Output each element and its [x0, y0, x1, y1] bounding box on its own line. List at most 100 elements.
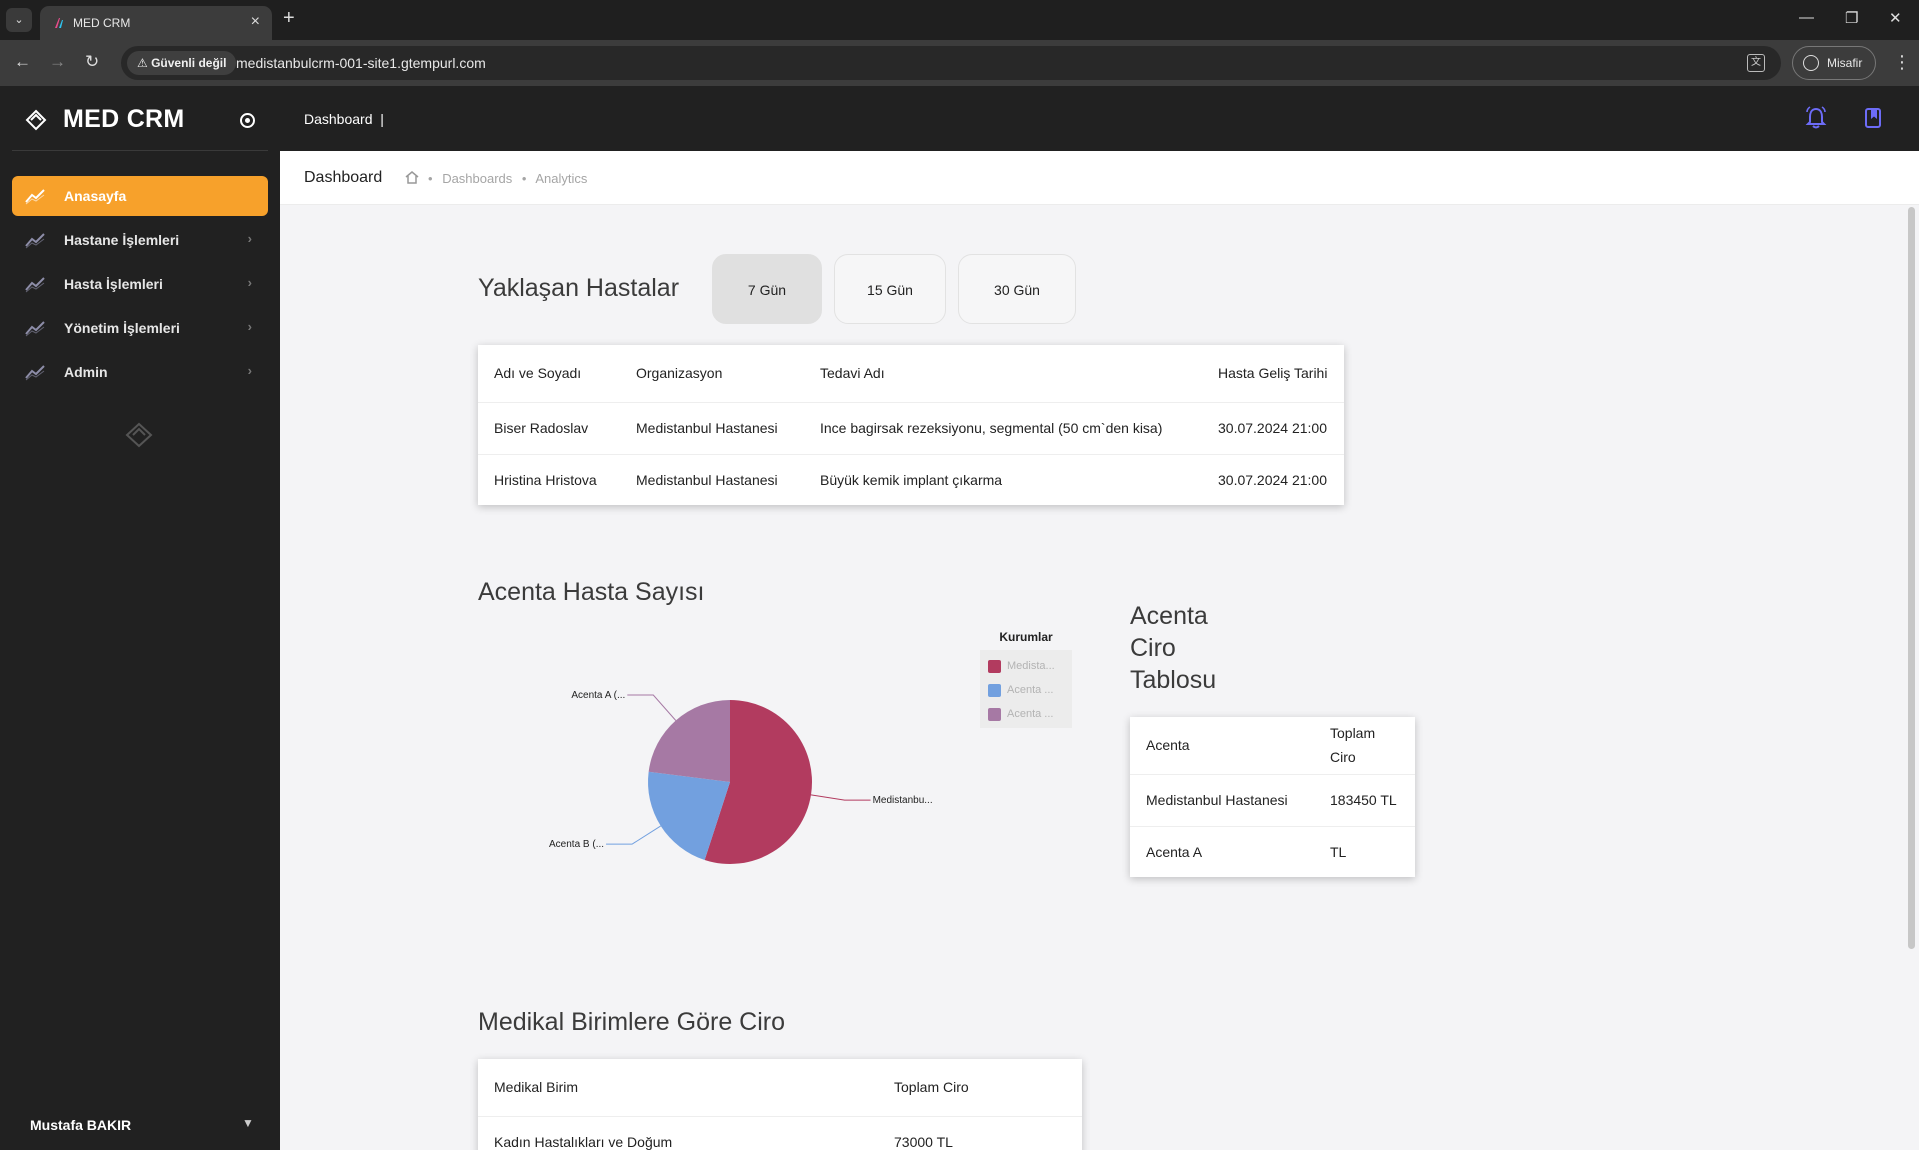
- address-bar[interactable]: ⚠ Güvenli değil medistanbulcrm-001-site1…: [121, 46, 1781, 80]
- breadcrumb-dot: •: [428, 171, 433, 186]
- pie-leader-line: [627, 694, 677, 721]
- trend-icon: [25, 189, 45, 205]
- pie-leader-line: [606, 825, 662, 845]
- minimize-icon[interactable]: —: [1799, 9, 1814, 26]
- agency-revenue-title-line: Acenta: [1130, 602, 1208, 630]
- trend-icon: [25, 277, 45, 293]
- browser-tab[interactable]: MED CRM ×: [40, 6, 272, 40]
- legend-item[interactable]: Acenta ...: [988, 678, 1064, 702]
- breadcrumb-item-dashboards[interactable]: Dashboards: [442, 171, 512, 186]
- sidebar-item-admin[interactable]: Admin ›: [12, 352, 268, 392]
- upcoming-patients-title: Yaklaşan Hastalar: [478, 274, 680, 302]
- divider: [12, 150, 268, 151]
- trend-icon: [25, 321, 45, 337]
- home-icon[interactable]: [404, 170, 420, 185]
- profile-button[interactable]: Misafir: [1792, 46, 1876, 80]
- security-chip[interactable]: ⚠ Güvenli değil: [127, 51, 237, 75]
- chevron-right-icon: ›: [247, 275, 252, 290]
- restore-icon[interactable]: ❐: [1845, 9, 1858, 27]
- column-header: Acenta: [1130, 717, 1314, 775]
- security-label: Güvenli değil: [151, 56, 227, 70]
- sidebar-toggle-icon[interactable]: [240, 113, 255, 128]
- column-header: Adı ve Soyadı: [478, 345, 620, 403]
- table-cell: 30.07.2024 21:00: [1218, 471, 1327, 488]
- agency-revenue-title-line: Ciro: [1130, 634, 1176, 662]
- window-close-icon[interactable]: ✕: [1889, 9, 1902, 27]
- table-row[interactable]: Hristina Hristova Medistanbul Hastanesi …: [478, 454, 1344, 505]
- browser-menu-icon[interactable]: ⋮: [1893, 52, 1911, 73]
- agency-patient-count-title: Acenta Hasta Sayısı: [478, 578, 705, 606]
- table-cell: Medistanbul Hastanesi: [620, 402, 804, 455]
- filter-15-days-button[interactable]: 15 Gün: [834, 254, 946, 324]
- table-cell: 183450 TL: [1314, 774, 1415, 827]
- sidebar-item-label: Yönetim İşlemleri: [64, 320, 180, 336]
- table-cell: TL: [1330, 843, 1347, 860]
- column-header: Toplam Ciro: [878, 1059, 1082, 1117]
- table-row[interactable]: Medistanbul Hastanesi 183450 TL: [1130, 774, 1415, 827]
- header-title: Dashboard |: [304, 111, 384, 127]
- table-cell: Biser Radoslav: [478, 402, 620, 455]
- filter-7-days-button[interactable]: 7 Gün: [712, 254, 822, 324]
- table-cell: Büyük kemik implant çıkarma: [820, 471, 1003, 488]
- column-header: Medikal Birim: [478, 1059, 878, 1117]
- sidebar-item-yonetim-islemleri[interactable]: Yönetim İşlemleri ›: [12, 308, 268, 348]
- caret-down-icon[interactable]: ▼: [242, 1116, 254, 1130]
- column-header: Organizasyon: [620, 345, 804, 403]
- breadcrumb-dot: •: [521, 171, 527, 186]
- column-header: Toplam Ciro: [1314, 717, 1415, 775]
- sidebar-item-label: Hasta İşlemleri: [64, 276, 163, 292]
- breadcrumb-item-analytics: Analytics: [535, 171, 588, 186]
- table-cell: Hristina Hristova: [494, 471, 597, 488]
- agency-patient-pie-chart: Medistanbu... Acenta B (... Acenta A (...: [549, 690, 933, 864]
- legend-label: Acenta ...: [1007, 708, 1054, 720]
- chart-legend: Kurumlar Medista... Acenta ... Acenta ..…: [980, 630, 1072, 728]
- forward-arrow-icon[interactable]: →: [49, 52, 66, 72]
- table-header-row: Acenta Toplam Ciro: [1130, 717, 1415, 775]
- legend-label: Medista...: [1007, 660, 1055, 672]
- scrollbar[interactable]: [1908, 207, 1915, 949]
- chevron-right-icon: ›: [247, 363, 252, 378]
- user-name[interactable]: Mustafa BAKIR: [30, 1117, 131, 1133]
- legend-label: Acenta ...: [1007, 684, 1054, 696]
- pie-slice-label: Acenta B (...: [549, 839, 604, 850]
- table-row[interactable]: Kadın Hastalıkları ve Doğum 73000 TL: [478, 1116, 1082, 1150]
- bell-icon[interactable]: [1805, 106, 1827, 130]
- legend-swatch: [988, 707, 1001, 721]
- app-header: Dashboard |: [280, 86, 1919, 151]
- new-tab-icon[interactable]: +: [283, 7, 295, 30]
- close-tab-icon[interactable]: ×: [251, 13, 260, 31]
- legend-items: Medista... Acenta ... Acenta ...: [980, 650, 1072, 728]
- translate-icon[interactable]: 文: [1747, 54, 1765, 72]
- table-cell: Medistanbul Hastanesi: [1130, 774, 1314, 827]
- brand-logo-icon: [25, 109, 47, 131]
- legend-swatch: [988, 683, 1001, 697]
- bookmark-icon[interactable]: [1863, 107, 1883, 129]
- breadcrumb-items: • Dashboards • Analytics: [428, 171, 593, 186]
- filter-30-days-button[interactable]: 30 Gün: [958, 254, 1076, 324]
- legend-item[interactable]: Acenta ...: [988, 702, 1064, 726]
- table-row[interactable]: Biser Radoslav Medistanbul Hastanesi Inc…: [478, 402, 1344, 455]
- table-cell: 73000 TL: [894, 1134, 953, 1150]
- url-text: medistanbulcrm-001-site1.gtempurl.com: [236, 55, 486, 71]
- profile-icon: [1803, 55, 1819, 71]
- trend-icon: [25, 365, 45, 381]
- table-header-row: Medikal Birim Toplam Ciro: [478, 1059, 1082, 1117]
- legend-item[interactable]: Medista...: [988, 654, 1064, 678]
- browser-toolbar: ← → ↻ ⚠ Güvenli değil medistanbulcrm-001…: [0, 40, 1919, 86]
- sidebar-item-anasayfa[interactable]: Anasayfa: [12, 176, 268, 216]
- agency-revenue-title-line: Tablosu: [1130, 666, 1217, 694]
- pie-slice-label: Acenta A (...: [571, 690, 625, 701]
- table-row[interactable]: Acenta A TL: [1130, 826, 1415, 877]
- sidebar-item-hasta-islemleri[interactable]: Hasta İşlemleri ›: [12, 264, 268, 304]
- table-cell: Ince bagirsak rezeksiyonu, segmental (50…: [804, 402, 1202, 455]
- reload-icon[interactable]: ↻: [85, 52, 99, 72]
- profile-label: Misafir: [1827, 56, 1863, 70]
- tab-search-button[interactable]: ⌄: [6, 8, 32, 32]
- column-header: Tedavi Adı: [804, 345, 1202, 403]
- legend-title: Kurumlar: [999, 630, 1053, 644]
- pie-slice[interactable]: [648, 700, 730, 782]
- browser-tab-strip: ⌄ MED CRM × + — ❐ ✕: [0, 0, 1919, 40]
- column-header: Hasta Geliş Tarihi: [1202, 345, 1344, 403]
- sidebar-item-hastane-islemleri[interactable]: Hastane İşlemleri ›: [12, 220, 268, 260]
- back-arrow-icon[interactable]: ←: [14, 52, 31, 72]
